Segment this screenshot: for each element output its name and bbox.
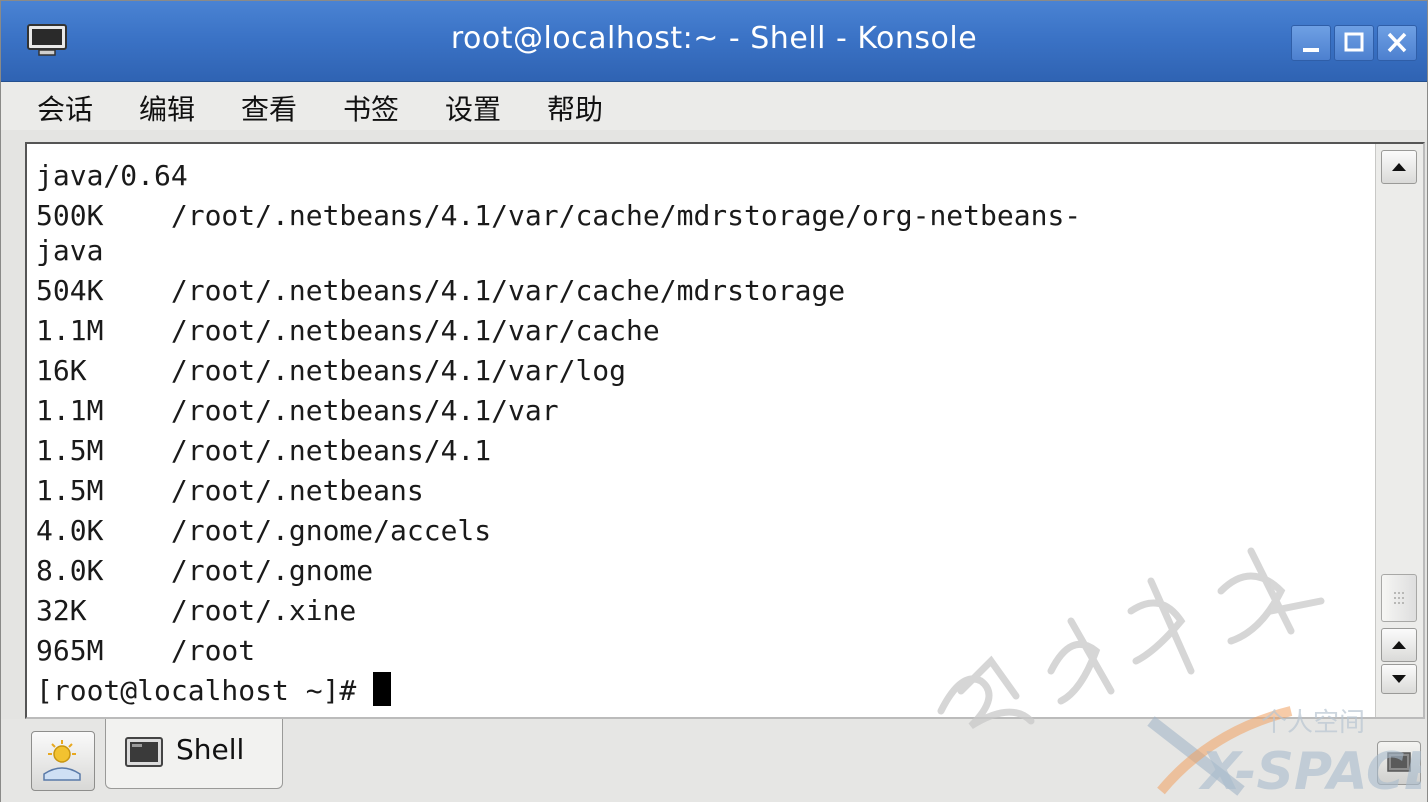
terminal-line: 1.5M /root/.netbeans/4.1	[36, 434, 492, 467]
konsole-window: root@localhost:~ - Shell - Konsole 会话 编辑…	[0, 0, 1428, 802]
text-cursor	[373, 672, 392, 706]
tab-label: Shell	[176, 733, 245, 766]
new-session-icon	[43, 740, 81, 781]
close-button[interactable]	[1377, 25, 1417, 61]
maximize-icon	[1344, 32, 1364, 52]
new-session-button[interactable]	[31, 731, 95, 791]
menu-settings[interactable]: 设置	[441, 88, 505, 128]
terminal-line: 500K /root/.netbeans/4.1/var/cache/mdrst…	[36, 199, 1082, 232]
terminal-line: 1.5M /root/.netbeans	[36, 474, 424, 507]
scroll-down-button[interactable]	[1381, 664, 1417, 694]
maximize-button[interactable]	[1334, 25, 1374, 61]
scroll-up-button[interactable]	[1381, 150, 1417, 184]
tab-bar: Shell	[1, 719, 1427, 802]
terminal-line: 8.0K /root/.gnome	[36, 554, 374, 587]
terminal-line: 965M /root	[36, 634, 256, 667]
session-close-icon	[1387, 752, 1411, 772]
menu-view[interactable]: 查看	[237, 88, 301, 128]
terminal-line: java	[36, 234, 104, 267]
terminal-prompt-line[interactable]: [root@localhost ~]#	[36, 671, 392, 711]
terminal-line: 4.0K /root/.gnome/accels	[36, 514, 492, 547]
minimize-button[interactable]	[1291, 25, 1331, 61]
terminal-line: java/0.64	[36, 159, 188, 192]
close-session-button[interactable]	[1377, 741, 1421, 785]
scrollbar-thumb[interactable]	[1381, 574, 1417, 622]
terminal-line: 504K /root/.netbeans/4.1/var/cache/mdrst…	[36, 274, 846, 307]
scroll-up-button-lower[interactable]	[1381, 628, 1417, 662]
menu-session[interactable]: 会话	[33, 88, 97, 128]
tab-shell[interactable]: Shell	[105, 719, 283, 789]
terminal-line: 16K /root/.netbeans/4.1/var/log	[36, 354, 627, 387]
menu-bar: 会话 编辑 查看 书签 设置 帮助	[1, 82, 1427, 130]
vertical-scrollbar[interactable]	[1375, 144, 1423, 717]
grip-icon	[1394, 592, 1404, 604]
terminal-output[interactable]: java/0.64 500K /root/.netbeans/4.1/var/c…	[27, 144, 1373, 717]
menu-bookmarks[interactable]: 书签	[339, 88, 403, 128]
terminal-line: 1.1M /root/.netbeans/4.1/var/cache	[36, 314, 660, 347]
menu-help[interactable]: 帮助	[543, 88, 607, 128]
minimize-icon	[1303, 48, 1319, 52]
terminal-icon	[124, 736, 164, 774]
arrow-down-icon	[1392, 675, 1406, 683]
arrow-up-icon	[1392, 641, 1406, 649]
arrow-up-icon	[1392, 163, 1406, 171]
terminal-line: 1.1M /root/.netbeans/4.1/var	[36, 394, 559, 427]
close-icon	[1387, 32, 1407, 53]
shell-prompt: [root@localhost ~]#	[36, 674, 374, 707]
terminal-line: 32K /root/.xine	[36, 594, 357, 627]
menu-edit[interactable]: 编辑	[135, 88, 199, 128]
title-bar[interactable]: root@localhost:~ - Shell - Konsole	[1, 1, 1427, 82]
window-title: root@localhost:~ - Shell - Konsole	[450, 21, 978, 56]
